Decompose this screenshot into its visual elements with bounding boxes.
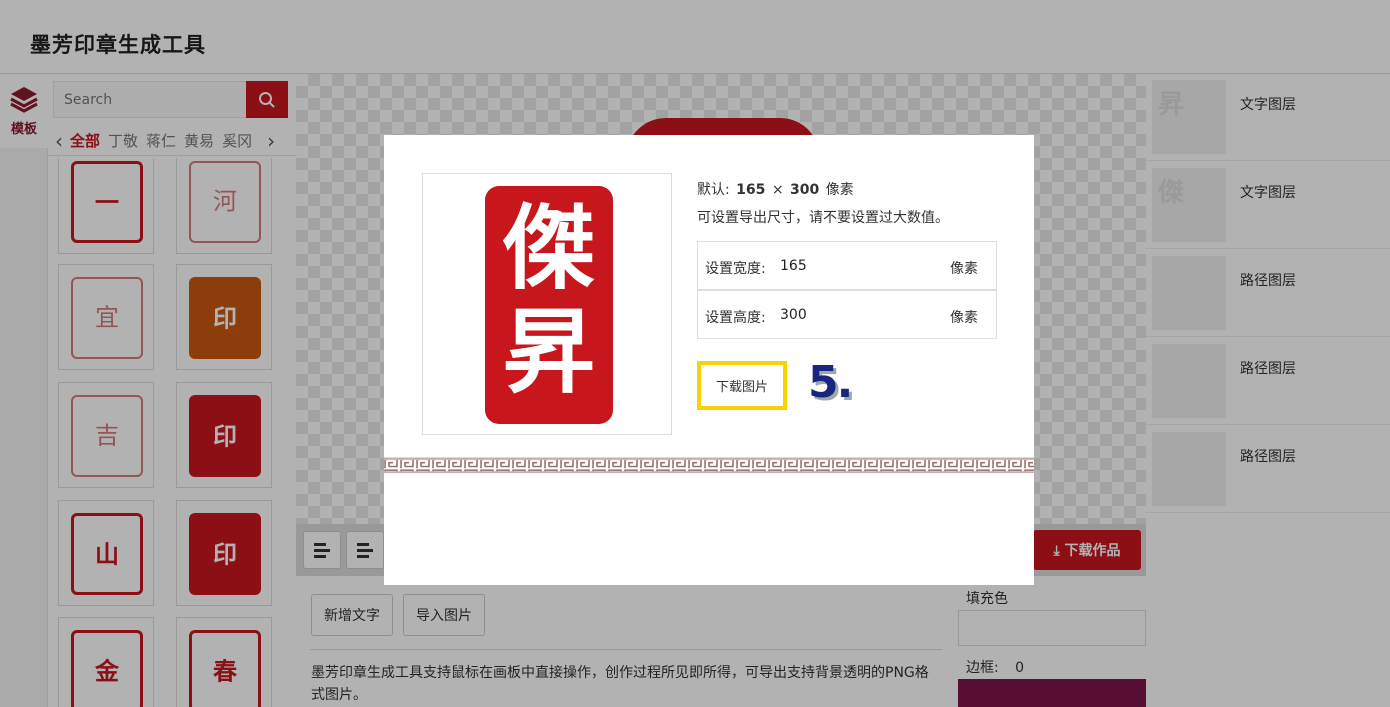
default-label: 默认: xyxy=(697,182,730,198)
height-input[interactable] xyxy=(780,304,930,326)
default-width: 165 xyxy=(736,182,766,198)
height-row: 设置高度: 像素 xyxy=(697,290,997,339)
preview-char-2: 昇 xyxy=(502,298,595,406)
export-dialog: 傑 昇 默认: 165 × 300 像素 可设置导出尺寸，请不要设置过大数值。 … xyxy=(384,135,1034,585)
step-number-annotation: 5. xyxy=(808,357,853,408)
width-label: 设置宽度: xyxy=(705,261,766,277)
width-unit: 像素 xyxy=(950,261,978,277)
height-label: 设置高度: xyxy=(705,310,766,326)
width-row: 设置宽度: 像素 xyxy=(697,241,997,290)
height-unit: 像素 xyxy=(950,310,978,326)
default-height: 300 xyxy=(790,182,820,198)
seal-preview: 傑 昇 xyxy=(422,173,672,435)
width-input[interactable] xyxy=(780,255,930,277)
size-hint: 可设置导出尺寸，请不要设置过大数值。 xyxy=(697,210,949,226)
download-image-button[interactable]: 下载图片 xyxy=(697,361,787,410)
times-sign: × xyxy=(771,182,784,198)
meander-border-decoration xyxy=(384,457,1034,473)
default-unit: 像素 xyxy=(825,182,854,198)
preview-seal-image: 傑 昇 xyxy=(485,186,613,424)
preview-char-1: 傑 xyxy=(502,194,595,302)
default-size-info: 默认: 165 × 300 像素 xyxy=(697,179,854,199)
